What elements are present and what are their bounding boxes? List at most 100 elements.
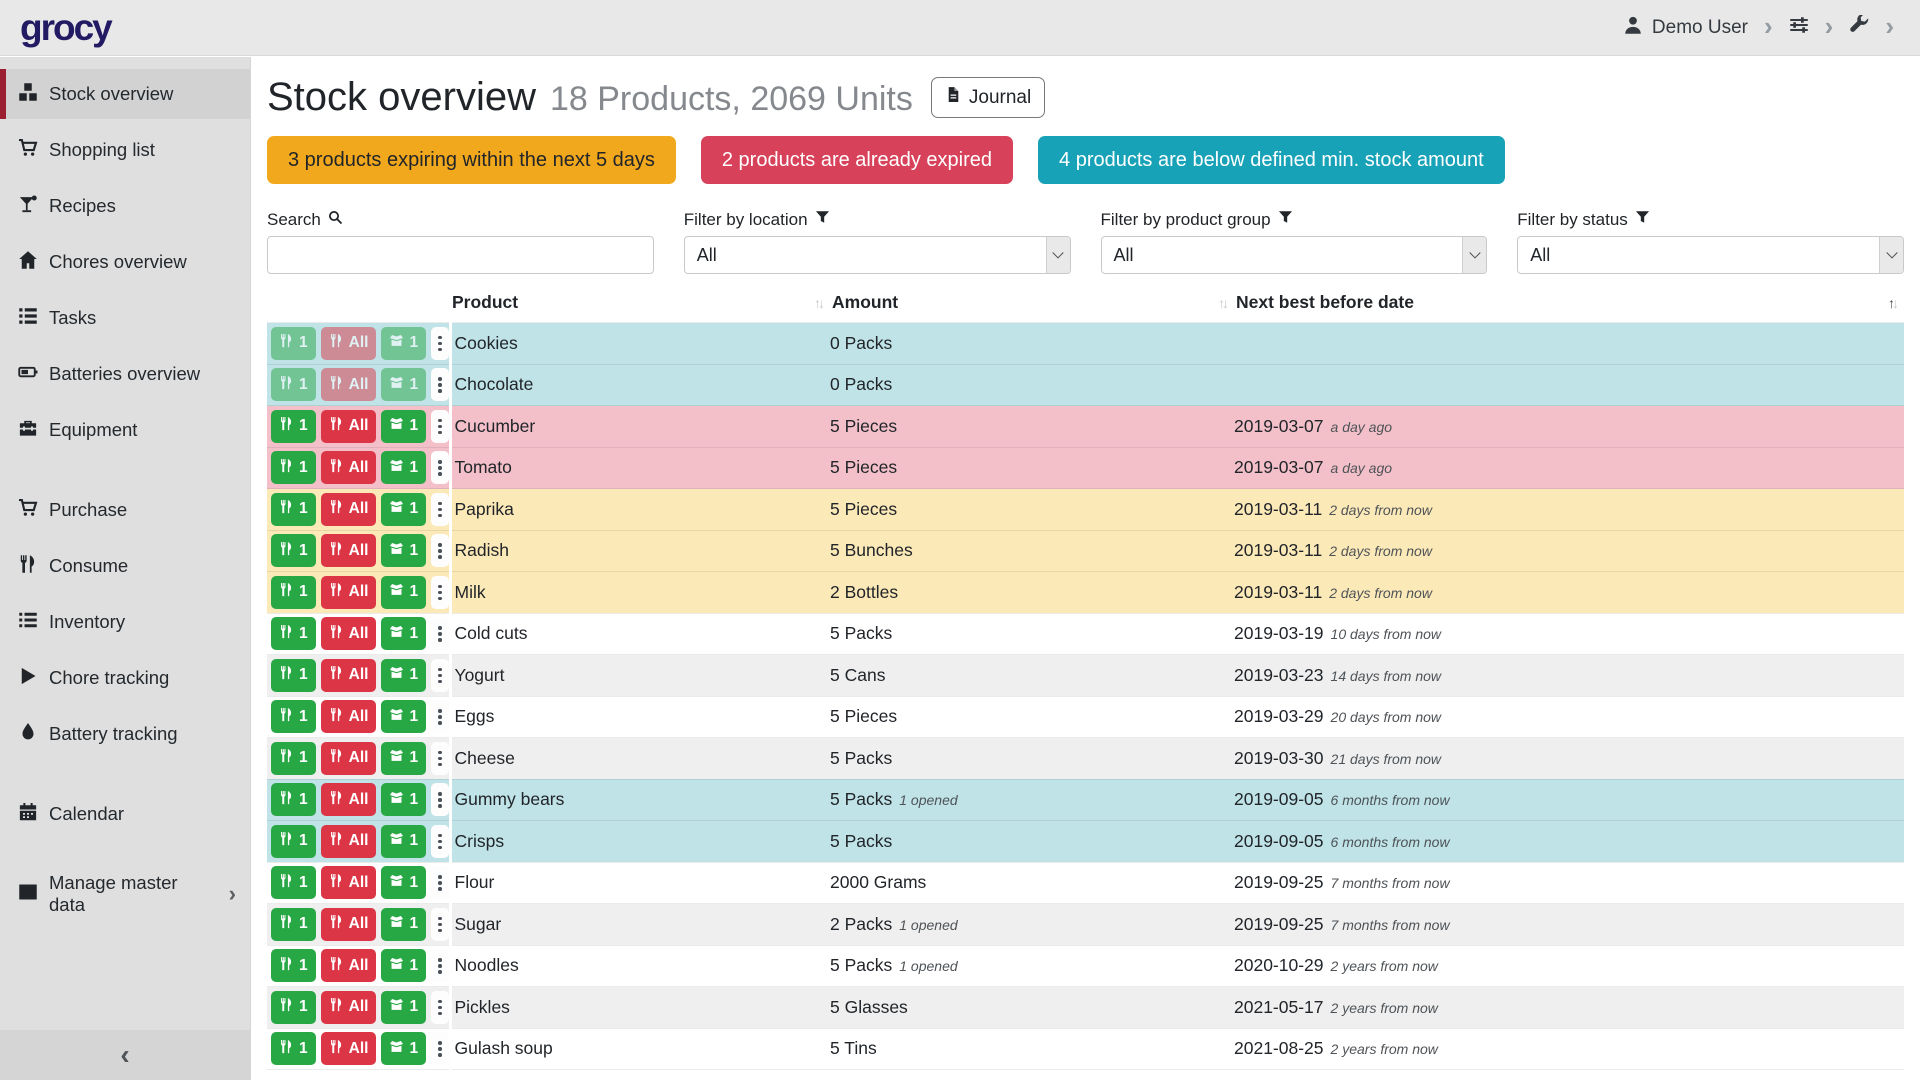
row-menu-button[interactable]	[431, 617, 448, 650]
consume-all-button[interactable]: All	[321, 949, 377, 982]
consume-all-button[interactable]: All	[321, 742, 377, 775]
consume-all-button[interactable]: All	[321, 825, 377, 858]
open-one-button[interactable]: 1	[381, 908, 426, 941]
consume-all-button[interactable]: All	[321, 1032, 377, 1065]
open-one-button[interactable]: 1	[381, 742, 426, 775]
open-one-button[interactable]: 1	[381, 410, 426, 443]
consume-all-button[interactable]: All	[321, 617, 377, 650]
chevron-right-icon[interactable]: ›	[1825, 13, 1834, 39]
row-menu-button[interactable]	[431, 783, 448, 816]
chevron-right-icon[interactable]: ›	[1885, 13, 1894, 39]
sidebar-item-tasks[interactable]: Tasks	[0, 293, 250, 343]
consume-one-button[interactable]: 1	[271, 700, 316, 733]
consume-all-button[interactable]: All	[321, 368, 377, 401]
consume-one-button[interactable]: 1	[271, 825, 316, 858]
amount-column-header[interactable]: Amount ↑↓	[830, 288, 1234, 323]
row-menu-button[interactable]	[431, 327, 448, 360]
consume-one-button[interactable]: 1	[271, 451, 316, 484]
search-input[interactable]	[267, 236, 654, 274]
journal-button[interactable]: Journal	[931, 77, 1045, 118]
consume-all-button[interactable]: All	[321, 327, 377, 360]
row-menu-button[interactable]	[431, 949, 448, 982]
row-menu-button[interactable]	[431, 825, 448, 858]
row-menu-button[interactable]	[431, 576, 448, 609]
consume-one-button[interactable]: 1	[271, 576, 316, 609]
row-menu-button[interactable]	[431, 700, 448, 733]
sidebar-item-chore-tracking[interactable]: Chore tracking	[0, 653, 250, 703]
row-menu-button[interactable]	[431, 368, 448, 401]
row-menu-button[interactable]	[431, 991, 448, 1024]
consume-one-button[interactable]: 1	[271, 410, 316, 443]
open-one-button[interactable]: 1	[381, 368, 426, 401]
sidebar-item-equipment[interactable]: Equipment	[0, 405, 250, 455]
consume-all-button[interactable]: All	[321, 493, 377, 526]
consume-one-button[interactable]: 1	[271, 368, 316, 401]
sidebar-item-consume[interactable]: Consume	[0, 541, 250, 591]
row-menu-button[interactable]	[431, 1032, 448, 1065]
status-select[interactable]: All	[1517, 236, 1904, 274]
user-menu[interactable]: Demo User	[1623, 15, 1748, 41]
consume-all-button[interactable]: All	[321, 783, 377, 816]
row-menu-button[interactable]	[431, 410, 448, 443]
consume-one-button[interactable]: 1	[271, 493, 316, 526]
next-best-before-date-column-header[interactable]: Next best before date ↑↓	[1234, 288, 1904, 323]
sidebar-item-inventory[interactable]: Inventory	[0, 597, 250, 647]
consume-all-button[interactable]: All	[321, 866, 377, 899]
chevron-right-icon[interactable]: ›	[1764, 13, 1773, 39]
product-group-select[interactable]: All	[1101, 236, 1488, 274]
open-one-button[interactable]: 1	[381, 327, 426, 360]
open-one-button[interactable]: 1	[381, 576, 426, 609]
sidebar-item-recipes[interactable]: Recipes	[0, 181, 250, 231]
open-one-button[interactable]: 1	[381, 825, 426, 858]
row-menu-button[interactable]	[431, 493, 448, 526]
sidebar-item-stock-overview[interactable]: Stock overview	[0, 69, 250, 119]
open-one-button[interactable]: 1	[381, 1032, 426, 1065]
consume-one-button[interactable]: 1	[271, 327, 316, 360]
consume-one-button[interactable]: 1	[271, 742, 316, 775]
consume-one-button[interactable]: 1	[271, 783, 316, 816]
open-one-button[interactable]: 1	[381, 534, 426, 567]
consume-one-button[interactable]: 1	[271, 949, 316, 982]
consume-one-button[interactable]: 1	[271, 534, 316, 567]
consume-all-button[interactable]: All	[321, 534, 377, 567]
consume-all-button[interactable]: All	[321, 410, 377, 443]
sidebar-collapse-button[interactable]: ‹	[0, 1030, 250, 1080]
open-one-button[interactable]: 1	[381, 866, 426, 899]
sidebar-item-batteries-overview[interactable]: Batteries overview	[0, 349, 250, 399]
sidebar-item-chores-overview[interactable]: Chores overview	[0, 237, 250, 287]
open-one-button[interactable]: 1	[381, 700, 426, 733]
row-menu-button[interactable]	[431, 659, 448, 692]
consume-one-button[interactable]: 1	[271, 1032, 316, 1065]
consume-one-button[interactable]: 1	[271, 659, 316, 692]
consume-one-button[interactable]: 1	[271, 617, 316, 650]
consume-all-button[interactable]: All	[321, 576, 377, 609]
admin-menu[interactable]	[1849, 15, 1869, 41]
sidebar-item-calendar[interactable]: Calendar	[0, 789, 250, 839]
row-menu-button[interactable]	[431, 908, 448, 941]
consume-all-button[interactable]: All	[321, 659, 377, 692]
sidebar-item-manage-master-data[interactable]: Manage master data ›	[0, 869, 250, 919]
open-one-button[interactable]: 1	[381, 783, 426, 816]
consume-one-button[interactable]: 1	[271, 991, 316, 1024]
open-one-button[interactable]: 1	[381, 451, 426, 484]
open-one-button[interactable]: 1	[381, 493, 426, 526]
consume-one-button[interactable]: 1	[271, 908, 316, 941]
sidebar-item-purchase[interactable]: Purchase	[0, 485, 250, 535]
row-menu-button[interactable]	[431, 451, 448, 484]
consume-all-button[interactable]: All	[321, 451, 377, 484]
location-select[interactable]: All	[684, 236, 1071, 274]
sidebar-item-shopping-list[interactable]: Shopping list	[0, 125, 250, 175]
consume-all-button[interactable]: All	[321, 908, 377, 941]
consume-all-button[interactable]: All	[321, 991, 377, 1024]
row-menu-button[interactable]	[431, 866, 448, 899]
sidebar-item-battery-tracking[interactable]: Battery tracking	[0, 709, 250, 759]
row-menu-button[interactable]	[431, 534, 448, 567]
open-one-button[interactable]: 1	[381, 991, 426, 1024]
row-menu-button[interactable]	[431, 742, 448, 775]
open-one-button[interactable]: 1	[381, 659, 426, 692]
consume-one-button[interactable]: 1	[271, 866, 316, 899]
product-column-header[interactable]: Product ↑↓	[450, 288, 830, 323]
settings-menu[interactable]	[1789, 15, 1809, 41]
open-one-button[interactable]: 1	[381, 949, 426, 982]
consume-all-button[interactable]: All	[321, 700, 377, 733]
